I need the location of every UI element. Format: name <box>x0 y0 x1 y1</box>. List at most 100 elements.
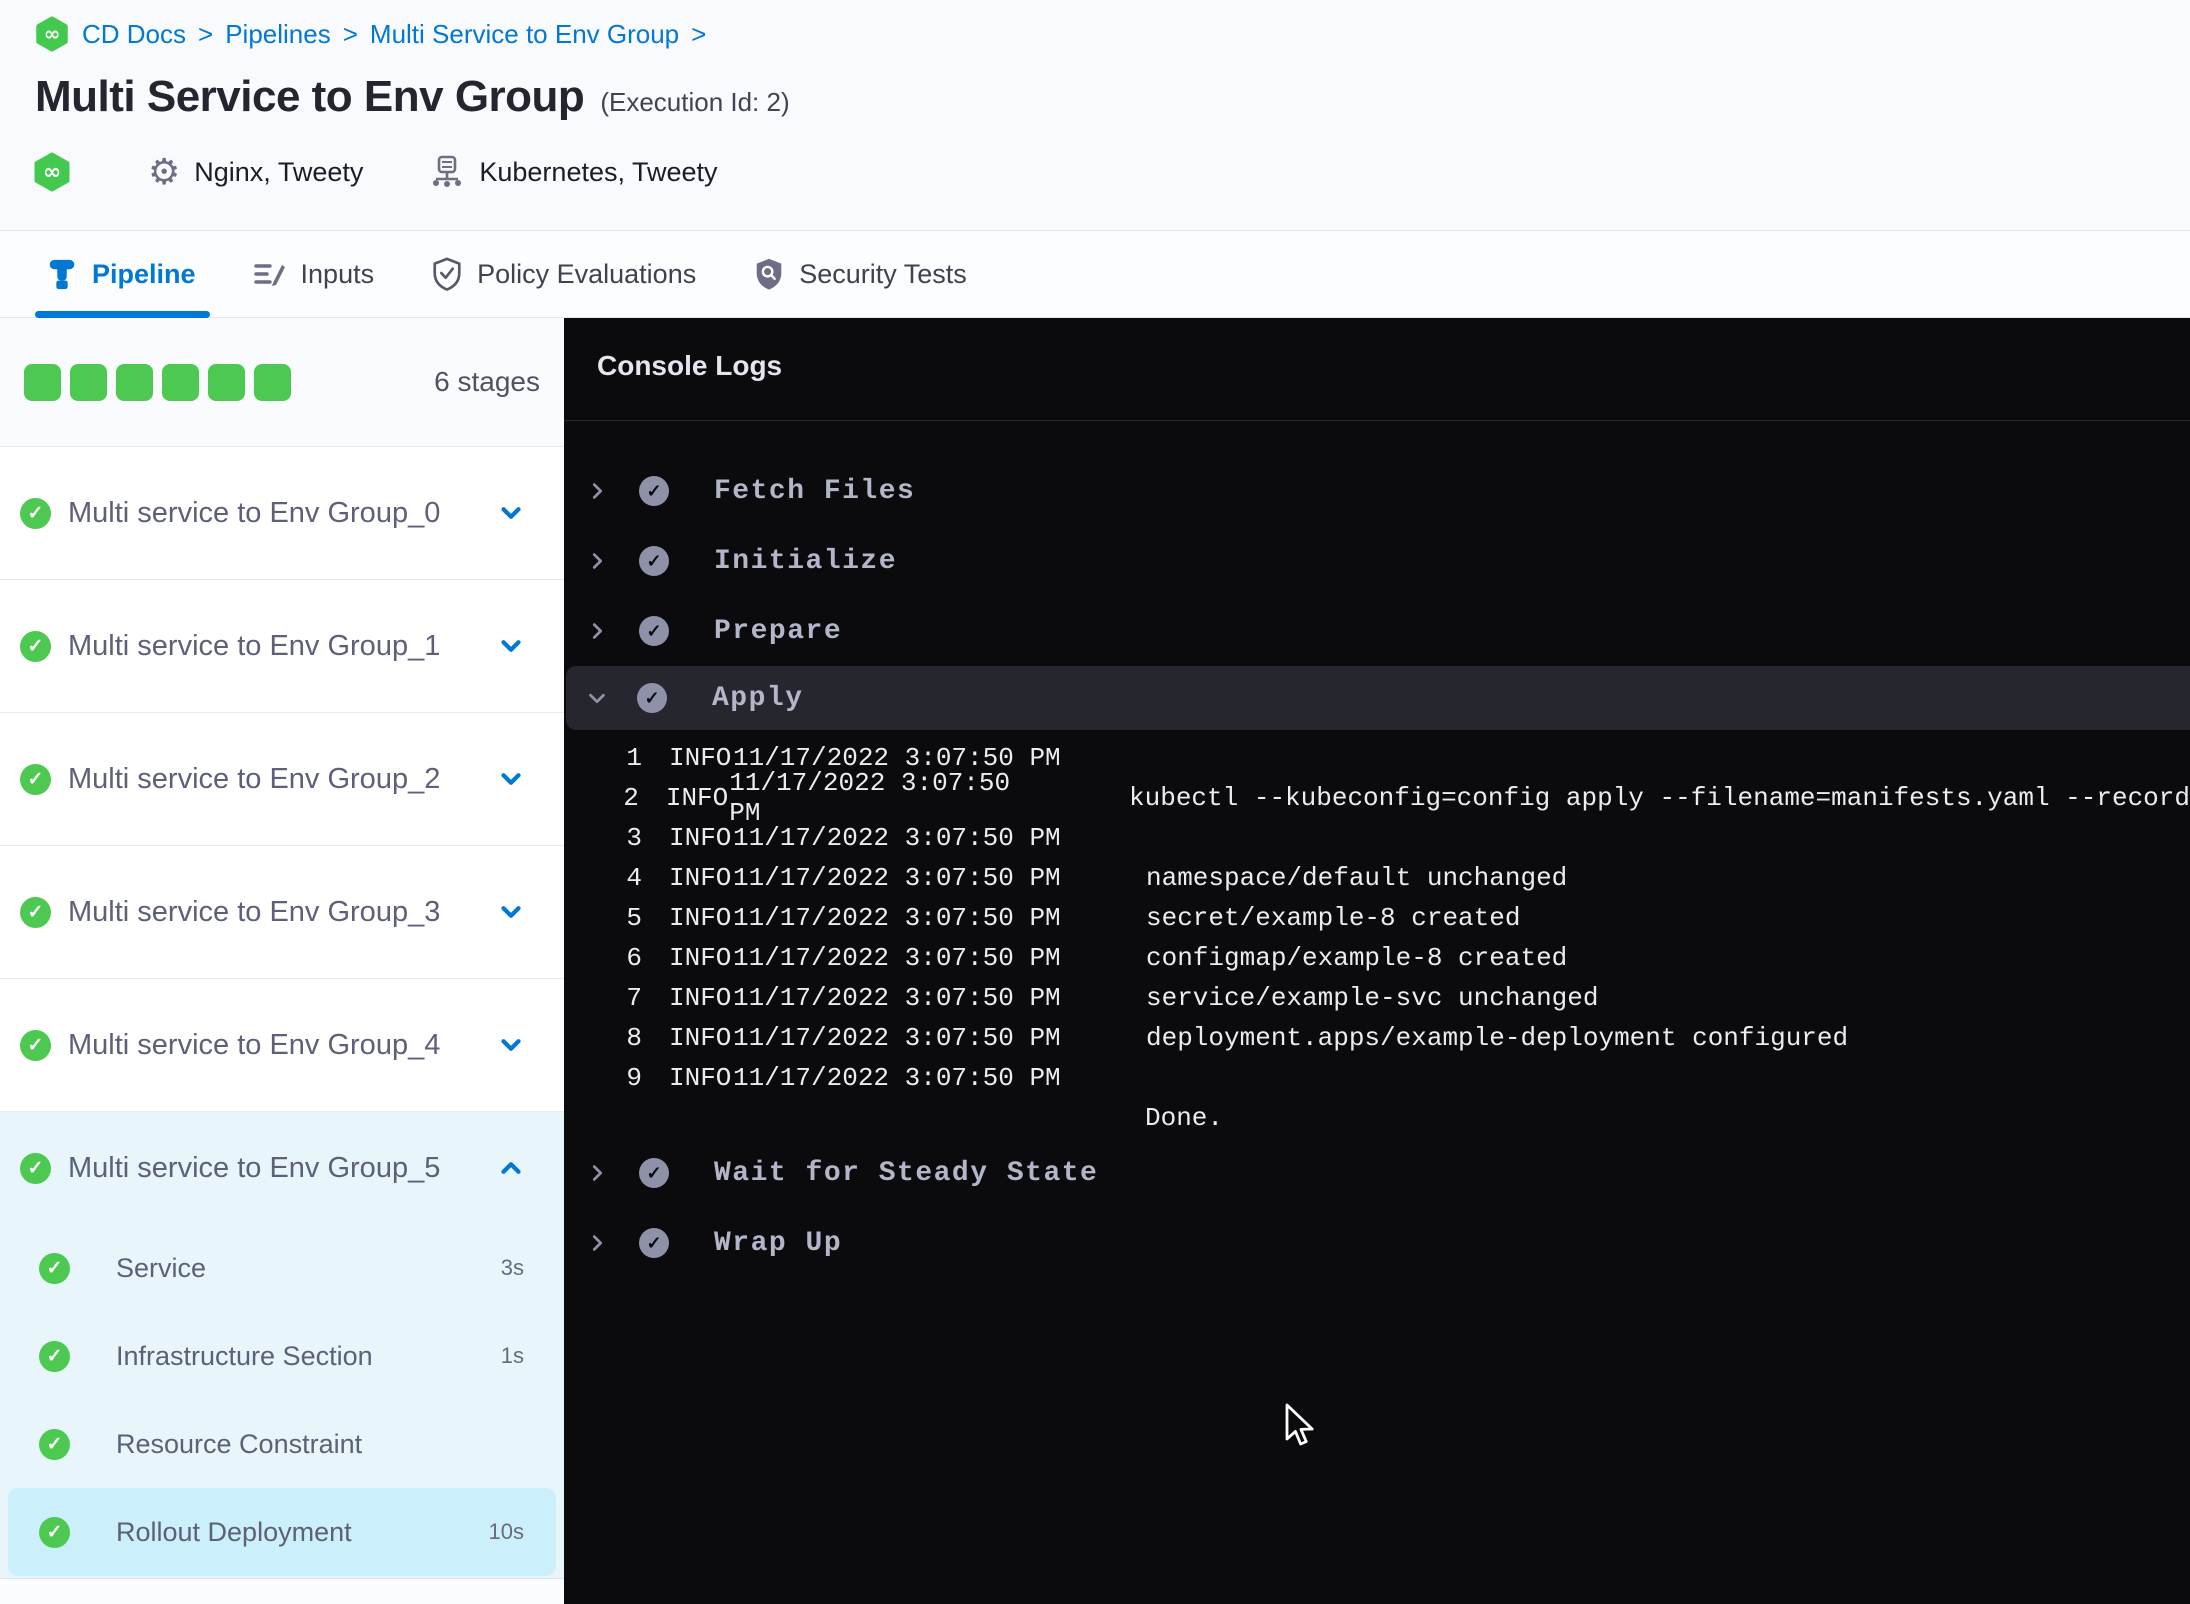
log-line-number: 7 <box>626 983 642 1013</box>
log-line: 3 INFO 11/17/2022 3:07:50 PM <box>564 818 2190 858</box>
stage-label: Multi service to Env Group_4 <box>68 1028 441 1061</box>
log-timestamp: 11/17/2022 3:07:50 PM <box>733 943 1061 973</box>
stage-row[interactable]: ✓ Multi service to Env Group_4 <box>0 979 564 1112</box>
console-section-label: Wrap Up <box>714 1227 843 1259</box>
shield-check-icon <box>430 256 464 292</box>
tab-policy-evaluations[interactable]: Policy Evaluations <box>430 231 696 318</box>
tab-bar: Pipeline Inputs Policy Evaluations Secur… <box>0 231 2190 318</box>
log-done-message: Done. <box>1145 1103 1224 1133</box>
success-check-icon: ✓ <box>20 763 51 795</box>
services-row: ∞ ⚙ Nginx, Tweety Kubernetes, Tweety <box>32 152 718 192</box>
title-row: Multi Service to Env Group (Execution Id… <box>35 72 790 122</box>
step-duration: 10s <box>488 1519 524 1544</box>
log-line-number: 5 <box>626 903 642 933</box>
log-level: INFO <box>669 1063 732 1093</box>
log-level: INFO <box>669 983 732 1013</box>
log-level: INFO <box>669 903 732 933</box>
chevron-down-icon[interactable] <box>496 1030 526 1060</box>
step-label: Infrastructure Section <box>116 1340 373 1371</box>
log-level: INFO <box>669 943 732 973</box>
expanded-stage-group: ✓ Multi service to Env Group_5 ✓ Service… <box>0 1112 564 1579</box>
console-divider <box>564 420 2190 421</box>
inputs-icon <box>252 256 288 292</box>
log-level: INFO <box>669 743 732 773</box>
log-line-number: 6 <box>626 943 642 973</box>
log-timestamp: 11/17/2022 3:07:50 PM <box>733 1023 1061 1053</box>
stage-row[interactable]: ✓ Multi service to Env Group_0 <box>0 447 564 580</box>
console-section-label: Fetch Files <box>714 475 916 507</box>
kubernetes-icon <box>429 154 465 190</box>
success-check-icon: ✓ <box>20 497 51 529</box>
chevron-right-icon <box>586 1232 608 1254</box>
console-section-initialize[interactable]: ✓ Initialize <box>564 526 2190 596</box>
step-row-resource-constraint[interactable]: ✓ Resource Constraint <box>8 1400 556 1488</box>
console-section-wait-for-steady-state[interactable]: ✓ Wait for Steady State <box>564 1138 2190 1208</box>
stage-status-square <box>70 363 107 401</box>
gear-icon: ⚙ <box>148 151 181 192</box>
breadcrumb-cd-docs[interactable]: CD Docs <box>82 19 186 50</box>
breadcrumb-pipelines[interactable]: Pipelines <box>225 19 331 50</box>
step-success-check-icon: ✓ <box>639 476 669 506</box>
chevron-down-icon[interactable] <box>496 498 526 528</box>
step-label: Rollout Deployment <box>116 1516 352 1547</box>
harness-cd-logo-icon: ∞ <box>34 16 70 52</box>
log-line: 9 INFO 11/17/2022 3:07:50 PM <box>564 1058 2190 1098</box>
log-message: secret/example-8 created <box>1146 903 1521 933</box>
log-message: service/example-svc unchanged <box>1146 983 1599 1013</box>
stage-label: Multi service to Env Group_2 <box>68 762 441 795</box>
step-row-infrastructure-section[interactable]: ✓ Infrastructure Section 1s <box>8 1312 556 1400</box>
stage-status-square <box>162 363 199 401</box>
log-timestamp: 11/17/2022 3:07:50 PM <box>733 983 1061 1013</box>
log-timestamp: 11/17/2022 3:07:50 PM <box>733 863 1061 893</box>
tab-policy-evaluations-label: Policy Evaluations <box>477 258 697 289</box>
console-section-apply-expanded[interactable]: ✓ Apply <box>566 666 2190 730</box>
log-message: namespace/default unchanged <box>1146 863 1568 893</box>
stage-row[interactable]: ✓ Multi service to Env Group_1 <box>0 580 564 713</box>
stage-label: Multi service to Env Group_1 <box>68 629 441 662</box>
breadcrumb-pipeline-name[interactable]: Multi Service to Env Group <box>370 19 679 50</box>
chevron-up-icon[interactable] <box>496 1153 526 1183</box>
log-line-number: 1 <box>626 743 642 773</box>
breadcrumb-separator: > <box>198 18 214 49</box>
stage-count-label: 6 stages <box>434 366 540 397</box>
mouse-cursor <box>1281 1403 1321 1454</box>
services-group: ⚙ Nginx, Tweety <box>148 154 363 190</box>
svg-text:∞: ∞ <box>44 22 60 45</box>
chevron-down-icon[interactable] <box>496 897 526 927</box>
chevron-down-icon[interactable] <box>496 764 526 794</box>
step-row-service[interactable]: ✓ Service 3s <box>8 1224 556 1312</box>
console-section-fetch-files[interactable]: ✓ Fetch Files <box>564 456 2190 526</box>
log-block: 1 INFO 11/17/2022 3:07:50 PM 2 INFO 11/1… <box>564 730 2190 1138</box>
step-success-check-icon: ✓ <box>639 616 669 646</box>
stage-row[interactable]: ✓ Multi service to Env Group_2 <box>0 713 564 846</box>
console-section-prepare[interactable]: ✓ Prepare <box>564 596 2190 666</box>
success-check-icon: ✓ <box>20 896 51 928</box>
success-check-icon: ✓ <box>20 1029 51 1061</box>
tab-inputs[interactable]: Inputs <box>252 231 374 318</box>
console-section-label: Prepare <box>714 615 843 647</box>
step-label: Resource Constraint <box>116 1428 363 1459</box>
log-message: deployment.apps/example-deployment confi… <box>1146 1023 1849 1053</box>
tab-pipeline[interactable]: Pipeline <box>35 231 210 318</box>
step-success-check-icon: ✓ <box>639 546 669 576</box>
pipeline-execution-page: ∞ CD Docs > Pipelines > Multi Service to… <box>0 0 2190 1604</box>
stage-label: Multi service to Env Group_5 <box>68 1151 441 1184</box>
log-line-number: 8 <box>626 1023 642 1053</box>
chevron-right-icon <box>586 480 608 502</box>
tab-security-tests[interactable]: Security Tests <box>752 231 967 318</box>
step-row-rollout-deployment[interactable]: ✓ Rollout Deployment 10s <box>8 1488 556 1576</box>
stage-status-square <box>254 363 291 401</box>
log-level: INFO <box>665 783 729 813</box>
stage-row-expanded[interactable]: ✓ Multi service to Env Group_5 <box>0 1112 564 1224</box>
svg-text:∞: ∞ <box>43 160 61 185</box>
infrastructure-group: Kubernetes, Tweety <box>429 154 718 190</box>
page-title: Multi Service to Env Group <box>35 72 585 121</box>
console-section-wrap-up[interactable]: ✓ Wrap Up <box>564 1208 2190 1278</box>
step-duration: 1s <box>500 1343 524 1368</box>
step-label: Service <box>116 1252 207 1283</box>
chevron-down-icon[interactable] <box>496 631 526 661</box>
harness-cd-badge-icon: ∞ <box>32 152 72 192</box>
step-success-check-icon: ✓ <box>639 1228 669 1258</box>
stage-row[interactable]: ✓ Multi service to Env Group_3 <box>0 846 564 979</box>
chevron-down-icon <box>586 687 608 709</box>
